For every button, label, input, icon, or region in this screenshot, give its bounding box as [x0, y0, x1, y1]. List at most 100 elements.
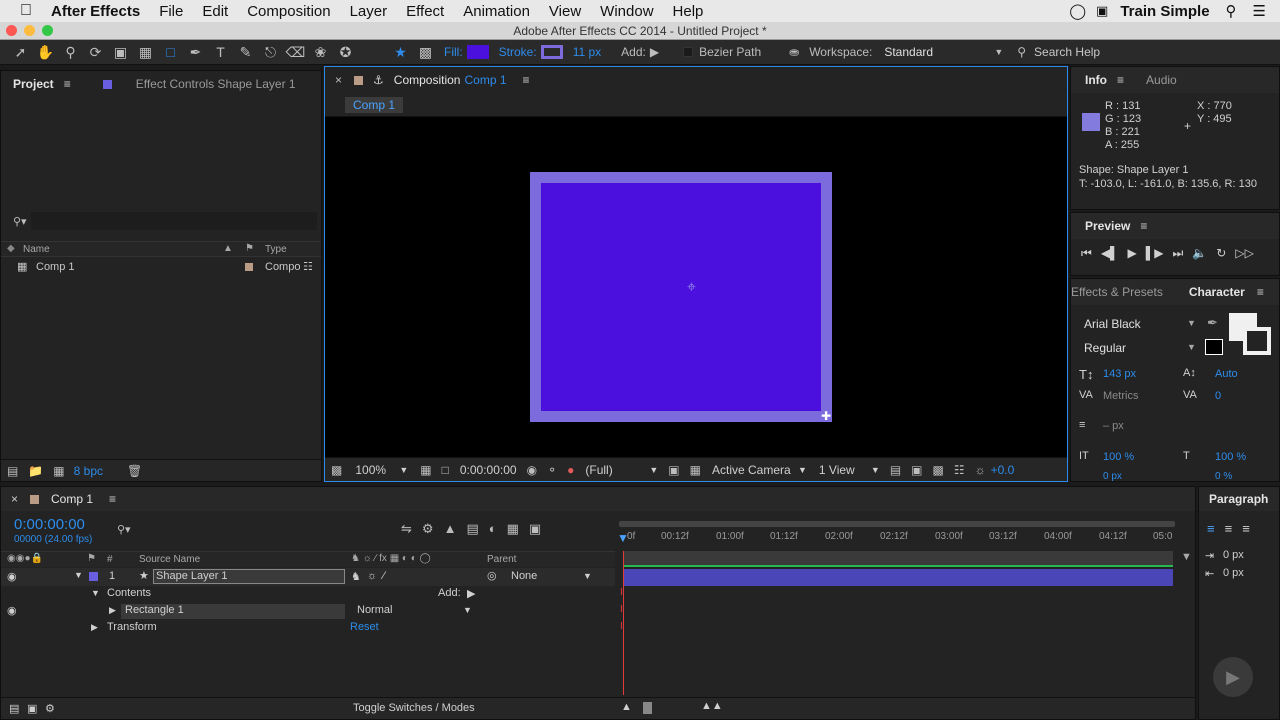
comp-flowchart-view-icon[interactable]: ☷ [954, 463, 965, 477]
timeline-search-icon[interactable]: ⚲▾ [117, 523, 131, 536]
layer-switches-icon[interactable]: ▤ [9, 702, 19, 715]
layer-name-field[interactable]: Shape Layer 1 [153, 569, 345, 584]
brush-tool-icon[interactable]: ✎ [233, 41, 258, 63]
info-panel-menu-icon[interactable]: ≡ [1117, 73, 1124, 87]
eyedropper-icon[interactable]: ✒ [1207, 315, 1218, 331]
leading-value[interactable]: Auto [1215, 368, 1238, 380]
current-time-indicator[interactable] [623, 551, 624, 695]
transform-label[interactable]: Transform [107, 621, 157, 633]
audio-icon[interactable]: 🔈 [1192, 246, 1207, 261]
camera-select[interactable]: Active Camera [712, 463, 798, 477]
comp-marker-icon[interactable]: ▼ [1181, 551, 1192, 563]
bezier-path-checkbox[interactable] [683, 47, 694, 57]
column-type[interactable]: Type [265, 244, 287, 255]
tab-effect-controls[interactable]: Effect Controls Shape Layer 1 [136, 77, 296, 91]
kerning-value[interactable]: Metrics [1103, 390, 1138, 402]
twirl-open-icon[interactable]: ▼ [74, 570, 83, 580]
new-composition-icon[interactable]: ▦ [53, 464, 64, 478]
clone-stamp-tool-icon[interactable]: ⎋ [258, 41, 283, 63]
vertical-scale-value[interactable]: 100 % [1103, 451, 1134, 463]
parent-select[interactable]: None [511, 570, 537, 582]
tab-character[interactable]: Character [1189, 285, 1245, 299]
search-help-input[interactable]: Search Help [1034, 45, 1100, 59]
zoom-window-icon[interactable] [42, 25, 53, 36]
notification-center-icon[interactable]: ☰ [1253, 2, 1266, 20]
hand-tool-icon[interactable]: ✋ [33, 41, 58, 63]
menu-view[interactable]: View [549, 3, 581, 20]
timeline-film-icon[interactable]: ▣ [529, 521, 541, 537]
views-chevron-down-icon[interactable]: ▼ [871, 465, 880, 475]
layer-row-shape-layer[interactable]: ◉ ▼ 1 ★ Shape Layer 1 ♞ ☼ ∕ ◎ None ▼ [1, 568, 615, 586]
label-color-swatch[interactable] [245, 263, 253, 271]
close-comp-tab-icon[interactable]: × [335, 73, 342, 87]
transfer-controls-icon[interactable]: ▣ [27, 702, 37, 715]
puppet-tool-icon[interactable]: ✪ [333, 41, 358, 63]
tab-audio[interactable]: Audio [1146, 73, 1177, 87]
pan-behind-tool-icon[interactable]: ▦ [133, 41, 158, 63]
quality-switch-icon[interactable]: ∕ [383, 570, 385, 582]
in-out-icon[interactable]: ⚙ [45, 702, 55, 715]
color-channels-icon[interactable]: ● [567, 463, 574, 477]
motion-blur-icon[interactable]: ◐ [489, 521, 497, 537]
timeline-panel-menu-icon[interactable]: ≡ [109, 492, 116, 506]
project-search-input[interactable] [31, 212, 317, 230]
paragraph-title[interactable]: Paragraph [1209, 492, 1268, 506]
safe-zones-icon[interactable]: ▦ [420, 463, 431, 477]
tab-project[interactable]: Project [13, 77, 54, 91]
blend-mode-chevron-down-icon[interactable]: ▼ [463, 605, 472, 615]
rectangle-label[interactable]: Rectangle 1 [121, 604, 345, 619]
menu-help[interactable]: Help [673, 3, 704, 20]
screen-record-icon[interactable]: ▣ [1096, 3, 1108, 19]
current-time-head-icon[interactable]: ▼ [617, 531, 629, 545]
previous-frame-icon[interactable]: ◀▌ [1101, 246, 1119, 261]
rectangle-twirl-icon[interactable]: ▶ [109, 605, 116, 616]
contents-twirl-icon[interactable]: ▼ [91, 588, 100, 598]
anchor-point-icon[interactable]: ⌖ [687, 279, 696, 297]
toggle-pixel-aspect-icon[interactable]: ▤ [890, 463, 901, 477]
stroke-color-swatch[interactable] [1243, 327, 1271, 355]
rotate-tool-icon[interactable]: ⟳ [83, 41, 108, 63]
timeline-icon[interactable]: ▩ [933, 463, 944, 477]
creative-cloud-icon[interactable]: ◯ [1069, 2, 1086, 20]
camera-chevron-down-icon[interactable]: ▼ [798, 465, 807, 475]
comp-flowchart-icon[interactable]: ⚓ [373, 73, 384, 87]
apple-icon[interactable]:  [20, 2, 32, 20]
tsume-value[interactable]: 0 % [1215, 471, 1232, 482]
spotlight-icon[interactable]: ⚲ [1226, 2, 1237, 20]
star-tool-icon[interactable]: ★ [388, 41, 413, 63]
views-select[interactable]: 1 View [819, 463, 871, 477]
fill-label[interactable]: Fill: [444, 45, 463, 59]
comp-current-time[interactable]: 0:00:00:00 [460, 463, 517, 477]
resolution-select[interactable]: (Full) [585, 463, 649, 477]
column-source-name[interactable]: Source Name [139, 554, 200, 565]
menu-edit[interactable]: Edit [202, 3, 228, 20]
font-style-select[interactable]: Regular [1084, 341, 1126, 355]
comp-tab-label[interactable]: Composition [394, 73, 461, 87]
zoom-chevron-down-icon[interactable]: ▼ [399, 465, 408, 475]
blend-mode-select[interactable]: Normal [357, 604, 392, 616]
zoom-out-icon[interactable]: ▲ [621, 701, 632, 713]
font-size-value[interactable]: 143 px [1103, 368, 1136, 380]
workspace-chevron-down-icon[interactable]: ▼ [994, 47, 1003, 57]
comp-lock-icon[interactable] [354, 75, 364, 85]
show-snapshot-icon[interactable]: ⚬ [547, 463, 557, 477]
project-item-comp[interactable]: ▦ Comp 1 Compo ☷ [1, 259, 321, 277]
zoom-tool-icon[interactable]: ⚲ [58, 41, 83, 63]
snapshot-icon[interactable]: ◉ [527, 463, 537, 477]
fill-swatch[interactable] [466, 45, 489, 59]
type-tool-icon[interactable]: T [208, 41, 233, 63]
workspace-select[interactable]: Standard [884, 45, 994, 59]
font-family-select[interactable]: Arial Black [1084, 317, 1141, 331]
rectangle-visibility-icon[interactable]: ◉ [7, 604, 17, 617]
time-ruler[interactable]: 0f 00:12f 01:00f 01:12f 02:00f 02:12f 03… [617, 517, 1177, 547]
minimize-window-icon[interactable] [24, 25, 35, 36]
font-chevron-down-icon[interactable]: ▼ [1187, 318, 1196, 328]
black-swatch[interactable] [1205, 339, 1223, 355]
column-parent[interactable]: Parent [487, 554, 516, 565]
preview-title[interactable]: Preview [1085, 219, 1130, 233]
close-timeline-tab-icon[interactable]: × [11, 492, 18, 506]
new-folder-icon[interactable]: 📁 [28, 464, 43, 478]
video-visibility-icon[interactable]: ◉ [7, 570, 17, 583]
delete-icon[interactable]: 🗑 [127, 464, 142, 478]
menu-effect[interactable]: Effect [406, 3, 444, 20]
